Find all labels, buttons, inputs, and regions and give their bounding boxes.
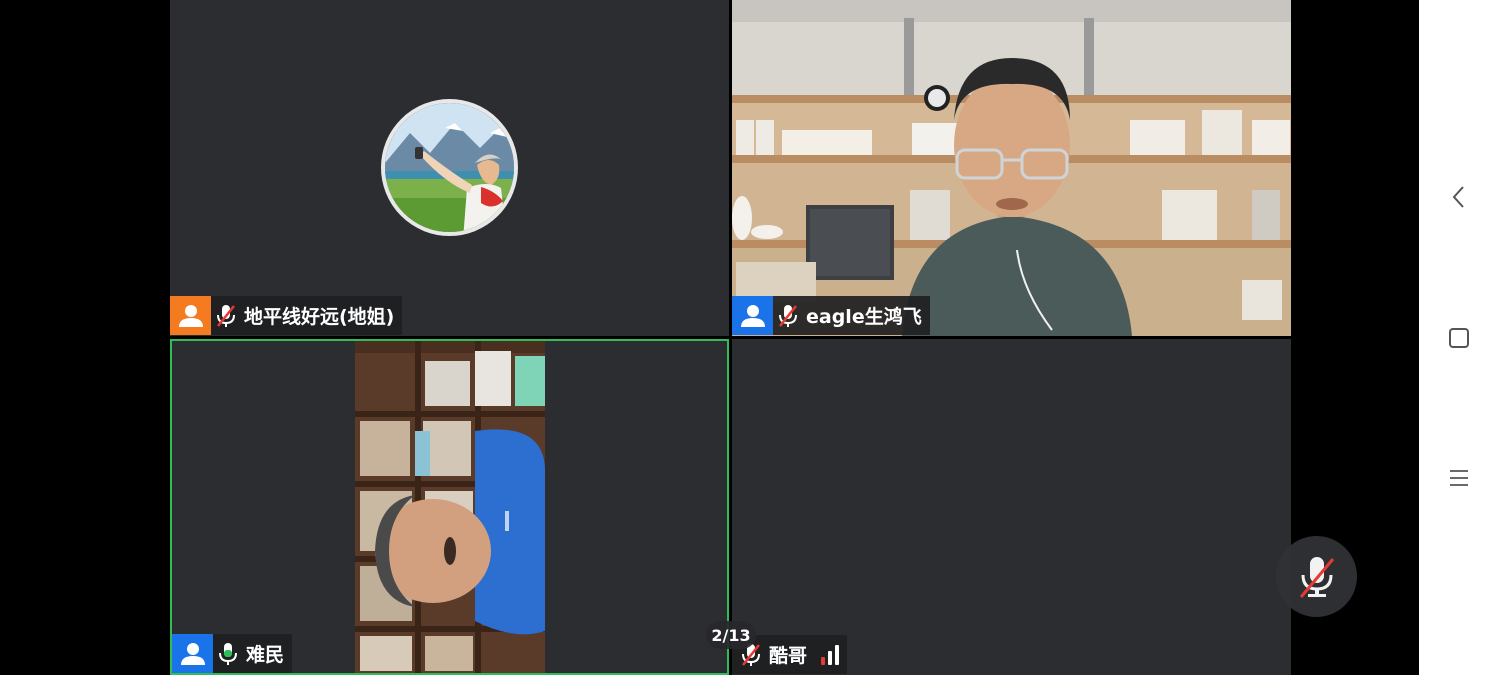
square-icon [1449,328,1469,348]
chevron-left-icon [1452,186,1464,208]
participant-video [355,341,545,673]
participant-tile-4[interactable]: 酷哥 [732,339,1291,675]
participant-name: 酷哥 [769,645,808,667]
mic-active-icon [213,634,243,673]
page-indicator[interactable]: 2/13 [706,621,756,649]
mic-muted-icon [773,296,803,335]
recents-menu-button[interactable] [1439,458,1479,498]
participant-tile-3-active-speaker[interactable]: 难民 [170,339,729,675]
participant-video [732,0,1291,336]
participant-role-badge [170,296,211,335]
avatar-photo [385,103,514,232]
participant-role-badge [732,296,773,335]
home-button[interactable] [1439,318,1479,358]
mic-muted-icon [211,296,241,335]
signal-strength-icon [821,644,840,665]
participant-tile-1[interactable]: 地平线好远(地姐) [170,0,729,336]
participant-avatar [381,99,518,236]
mute-toggle-button[interactable] [1276,536,1357,617]
video-grid: 地平线好远(地姐) eagle生鸿飞 难民 酷哥 [170,0,1291,675]
person-icon [178,304,203,327]
system-navigation-bar [1419,0,1500,675]
participant-role-badge [172,634,213,673]
participant-name: eagle生鸿飞 [806,306,922,328]
participant-name-tag: 难民 [172,634,293,673]
participant-name-tag: eagle生鸿飞 [732,296,930,335]
participant-name: 难民 [246,644,285,666]
back-button[interactable] [1439,177,1479,217]
person-icon [180,642,205,665]
mic-muted-icon [1299,556,1334,598]
participant-tile-2[interactable]: eagle生鸿飞 [732,0,1291,336]
person-icon [740,304,765,327]
hamburger-icon [1450,470,1468,486]
participant-name: 地平线好远(地姐) [244,306,395,328]
participant-name-tag: 地平线好远(地姐) [170,296,403,335]
